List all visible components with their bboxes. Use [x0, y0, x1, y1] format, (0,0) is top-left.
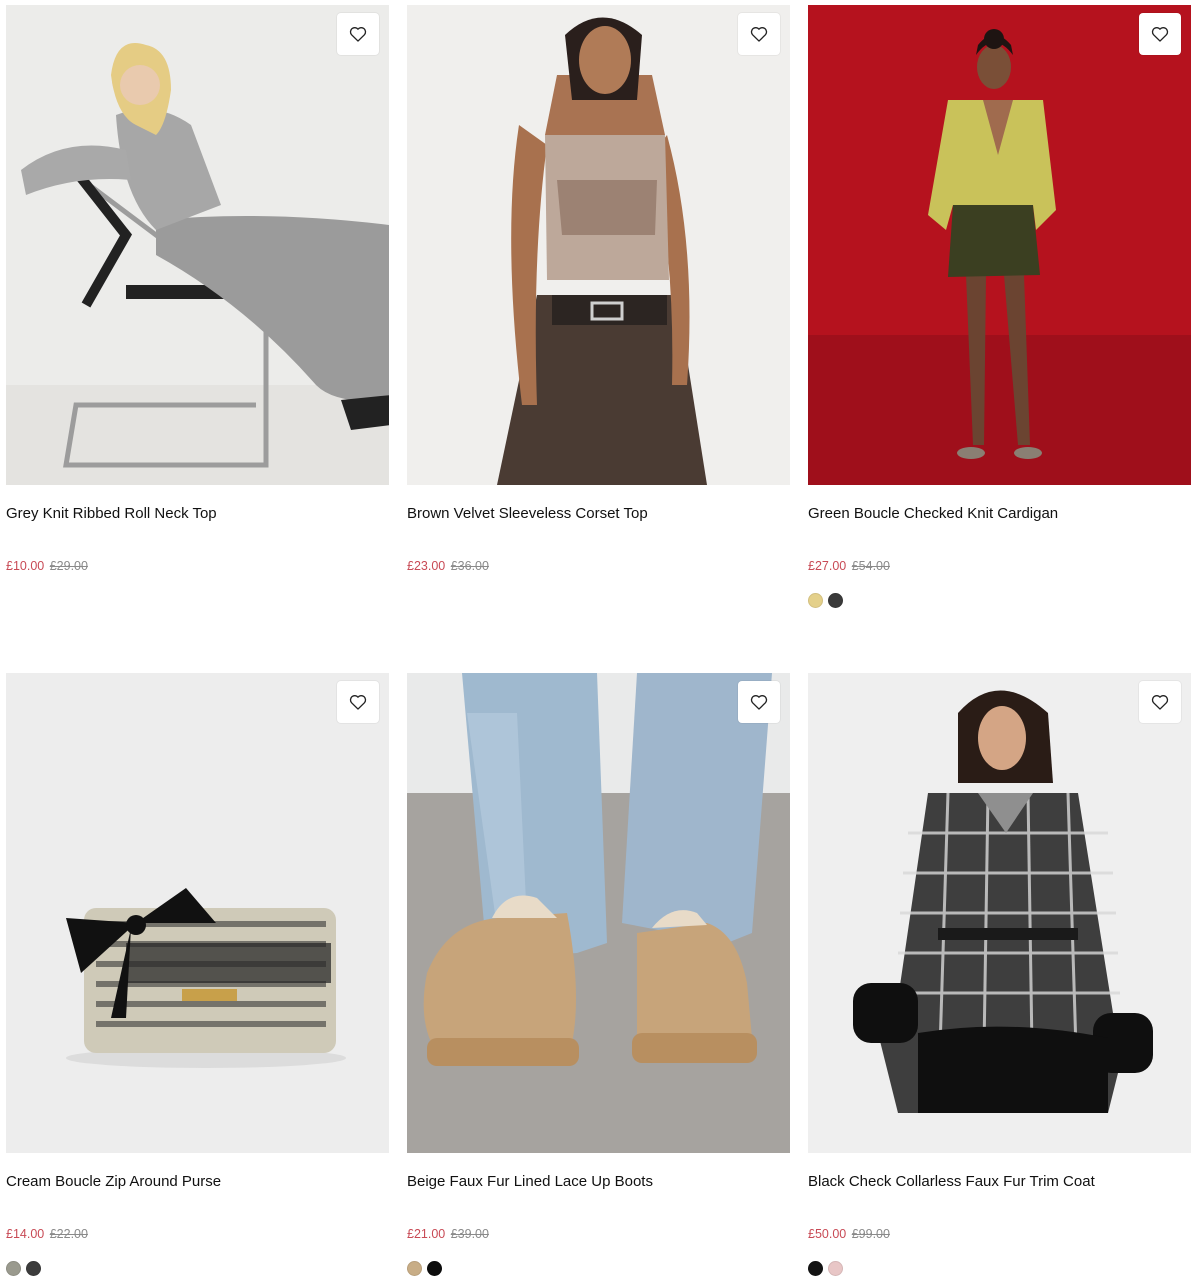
color-swatch[interactable]	[828, 1261, 843, 1276]
product-card[interactable]: Beige Faux Fur Lined Lace Up Boots £21.0…	[407, 673, 790, 1276]
color-swatch[interactable]	[26, 1261, 41, 1276]
product-photo-corset-top	[407, 5, 790, 485]
product-card[interactable]: Brown Velvet Sleeveless Corset Top £23.0…	[407, 5, 790, 655]
product-photo-boots	[407, 673, 790, 1153]
color-swatch[interactable]	[808, 1261, 823, 1276]
product-photo-cardigan	[808, 5, 1191, 485]
sale-price: £14.00	[6, 1227, 45, 1241]
color-swatch[interactable]	[828, 593, 843, 608]
wishlist-button[interactable]	[337, 681, 379, 723]
product-price: £21.00 £39.00	[407, 1227, 790, 1241]
color-swatch[interactable]	[427, 1261, 442, 1276]
product-photo-check-coat	[808, 673, 1191, 1153]
wishlist-button[interactable]	[738, 13, 780, 55]
sale-price: £23.00	[407, 559, 446, 573]
product-image[interactable]	[407, 5, 790, 485]
product-title[interactable]: Grey Knit Ribbed Roll Neck Top	[6, 505, 389, 523]
product-image[interactable]	[808, 5, 1191, 485]
product-image[interactable]	[407, 673, 790, 1153]
wishlist-button[interactable]	[738, 681, 780, 723]
wishlist-button[interactable]	[337, 13, 379, 55]
color-swatches	[808, 593, 1191, 608]
product-title[interactable]: Green Boucle Checked Knit Cardigan	[808, 505, 1191, 523]
color-swatch[interactable]	[808, 593, 823, 608]
product-image[interactable]	[6, 673, 389, 1153]
product-image[interactable]	[808, 673, 1191, 1153]
heart-outline-icon	[750, 27, 768, 42]
product-photo-grey-top	[6, 5, 389, 485]
product-photo-purse	[6, 673, 389, 1153]
original-price: £29.00	[49, 559, 88, 573]
heart-outline-icon	[1151, 27, 1169, 42]
sale-price: £50.00	[808, 1227, 847, 1241]
product-title[interactable]: Brown Velvet Sleeveless Corset Top	[407, 505, 790, 523]
product-price: £14.00 £22.00	[6, 1227, 389, 1241]
product-image[interactable]	[6, 5, 389, 485]
product-card[interactable]: Cream Boucle Zip Around Purse £14.00 £22…	[6, 673, 389, 1276]
original-price: £39.00	[450, 1227, 489, 1241]
original-price: £54.00	[851, 559, 890, 573]
color-swatch[interactable]	[6, 1261, 21, 1276]
original-price: £99.00	[851, 1227, 890, 1241]
original-price: £22.00	[49, 1227, 88, 1241]
color-swatches	[808, 1261, 1191, 1276]
color-swatches	[6, 1261, 389, 1276]
product-price: £23.00 £36.00	[407, 559, 790, 573]
sale-price: £21.00	[407, 1227, 446, 1241]
heart-outline-icon	[349, 27, 367, 42]
color-swatches	[407, 1261, 790, 1276]
product-grid: Grey Knit Ribbed Roll Neck Top £10.00 £2…	[6, 5, 1191, 1276]
heart-outline-icon	[750, 695, 768, 710]
sale-price: £27.00	[808, 559, 847, 573]
wishlist-button[interactable]	[1139, 13, 1181, 55]
color-swatch[interactable]	[407, 1261, 422, 1276]
product-card[interactable]: Black Check Collarless Faux Fur Trim Coa…	[808, 673, 1191, 1276]
product-title[interactable]: Beige Faux Fur Lined Lace Up Boots	[407, 1173, 790, 1191]
product-price: £10.00 £29.00	[6, 559, 389, 573]
heart-outline-icon	[1151, 695, 1169, 710]
product-title[interactable]: Black Check Collarless Faux Fur Trim Coa…	[808, 1173, 1191, 1191]
heart-outline-icon	[349, 695, 367, 710]
product-price: £27.00 £54.00	[808, 559, 1191, 573]
product-card[interactable]: Green Boucle Checked Knit Cardigan £27.0…	[808, 5, 1191, 655]
product-title[interactable]: Cream Boucle Zip Around Purse	[6, 1173, 389, 1191]
sale-price: £10.00	[6, 559, 45, 573]
original-price: £36.00	[450, 559, 489, 573]
product-card[interactable]: Grey Knit Ribbed Roll Neck Top £10.00 £2…	[6, 5, 389, 655]
product-price: £50.00 £99.00	[808, 1227, 1191, 1241]
wishlist-button[interactable]	[1139, 681, 1181, 723]
